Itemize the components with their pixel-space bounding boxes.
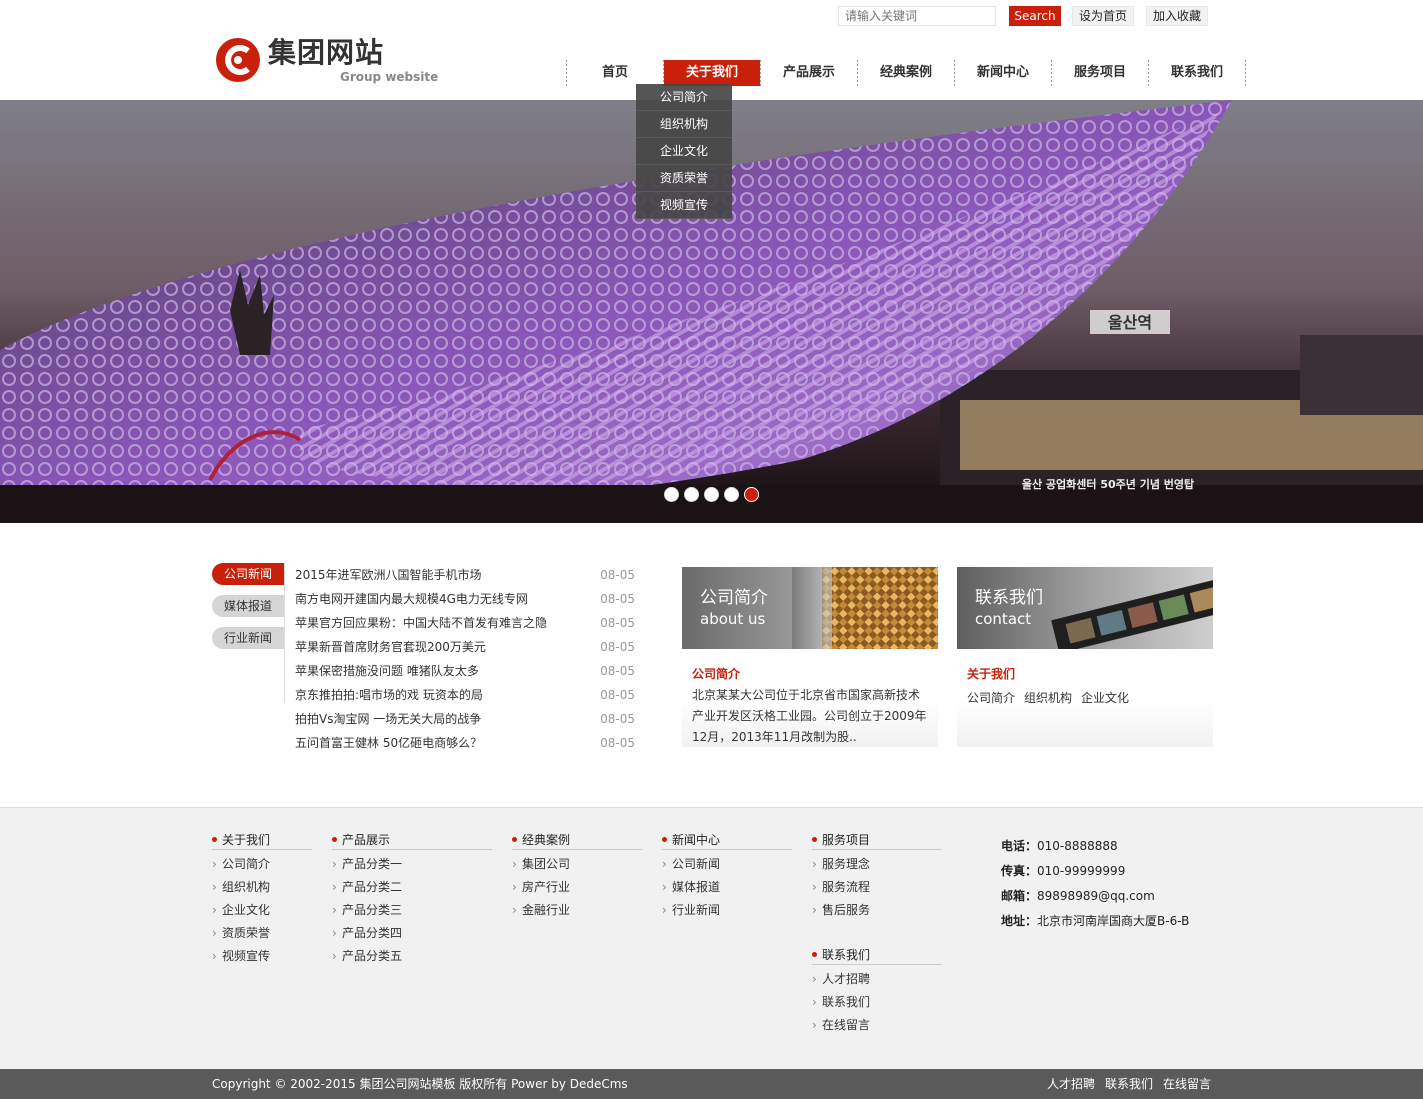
news-item[interactable]: 2015年进军欧洲八国智能手机市场 08-05 xyxy=(295,563,635,587)
search-button[interactable]: Search xyxy=(1009,6,1061,26)
footer-link[interactable]: 产品分类五 xyxy=(332,945,402,968)
dropdown-item[interactable]: 企业文化 xyxy=(636,138,732,165)
logo-title: 集团网站 xyxy=(268,36,385,69)
footer-link[interactable]: 视频宣传 xyxy=(212,945,270,968)
footer-link[interactable]: 售后服务 xyxy=(812,899,870,922)
about-box-title: 公司简介 xyxy=(700,588,768,608)
news-item[interactable]: 苹果官方回应果粉：中国大陆不首发有难言之隐 08-05 xyxy=(295,611,635,635)
about-box-header[interactable]: 公司简介 about us xyxy=(682,567,938,649)
footer-email: 邮箱：89898989@qq.com xyxy=(1001,889,1155,903)
nav-cases[interactable]: 经典案例 xyxy=(858,60,954,86)
nav-products[interactable]: 产品展示 xyxy=(761,60,857,86)
footer-link[interactable]: 金融行业 xyxy=(512,899,570,922)
footer-link[interactable]: 在线留言 xyxy=(812,1014,870,1037)
news-item[interactable]: 京东推拍拍:唱市场的戏 玩资本的局 08-05 xyxy=(295,683,635,707)
slide-dot-2[interactable] xyxy=(684,487,699,502)
footer-link[interactable]: 产品分类四 xyxy=(332,922,402,945)
bottom-link-contact[interactable]: 联系我们 xyxy=(1105,1069,1153,1099)
bottom-bar: Copyright © 2002-2015 集团公司网站模板 版权所有 Powe… xyxy=(0,1069,1423,1099)
footer-link[interactable]: 集团公司 xyxy=(512,853,570,876)
footer-link[interactable]: 行业新闻 xyxy=(662,899,720,922)
slide-dot-1[interactable] xyxy=(664,487,679,502)
about-box-subtitle: about us xyxy=(700,610,766,628)
contact-box: 联系我们 contact 关于我们 公司简介 组织机构 企业文化 xyxy=(957,567,1213,747)
logo-subtitle: Group website xyxy=(340,70,439,84)
footer-col-contact-title[interactable]: 联系我们 xyxy=(812,945,942,965)
main-nav: 首页 关于我们 产品展示 经典案例 新闻中心 服务项目 联系我们 xyxy=(566,60,1246,86)
contact-box-heading[interactable]: 关于我们 xyxy=(967,665,1015,682)
slide-dot-5[interactable] xyxy=(744,487,759,502)
footer-col-about-title[interactable]: 关于我们 xyxy=(212,830,312,850)
add-favorite-link[interactable]: 加入收藏 xyxy=(1146,6,1208,26)
news-item[interactable]: 苹果保密措施没问题 唯猪队友太多 08-05 xyxy=(295,659,635,683)
footer-link[interactable]: 房产行业 xyxy=(512,876,570,899)
footer-col-products-title[interactable]: 产品展示 xyxy=(332,830,492,850)
footer-col-cases-title[interactable]: 经典案例 xyxy=(512,830,642,850)
footer-link[interactable]: 资质荣誉 xyxy=(212,922,270,945)
footer-col-services-title[interactable]: 服务项目 xyxy=(812,830,942,850)
about-box-heading[interactable]: 公司简介 xyxy=(692,665,740,682)
banner-caption: 울산 공업화센터 50주년 기념 번영탑 xyxy=(1022,477,1194,491)
nav-about[interactable]: 关于我们 xyxy=(664,60,760,86)
about-box: 公司简介 about us 公司简介 北京某某大公司位于北京省市国家高新技术产业… xyxy=(682,567,938,747)
dropdown-item[interactable]: 公司简介 xyxy=(636,84,732,111)
slide-dot-3[interactable] xyxy=(704,487,719,502)
tab-industry-news[interactable]: 行业新闻 xyxy=(212,627,284,649)
news-item[interactable]: 苹果新晋首席财务官套现200万美元 08-05 xyxy=(295,635,635,659)
news-item[interactable]: 五问首富王健林 50亿砸电商够么？ 08-05 xyxy=(295,731,635,755)
copyright-text: Copyright © 2002-2015 集团公司网站模板 版权所有 Powe… xyxy=(212,1077,628,1091)
dropdown-item[interactable]: 视频宣传 xyxy=(636,192,732,219)
footer-link[interactable]: 产品分类二 xyxy=(332,876,402,899)
contact-box-header[interactable]: 联系我们 contact xyxy=(957,567,1213,649)
nav-services[interactable]: 服务项目 xyxy=(1052,60,1148,86)
footer-link[interactable]: 组织机构 xyxy=(212,876,270,899)
tab-company-news[interactable]: 公司新闻 xyxy=(212,563,284,585)
contact-box-link[interactable]: 组织机构 xyxy=(1024,689,1072,706)
logo-icon[interactable] xyxy=(214,36,264,84)
contact-box-link[interactable]: 公司简介 xyxy=(967,689,1015,706)
footer-link[interactable]: 产品分类三 xyxy=(332,899,402,922)
bottom-link-message[interactable]: 在线留言 xyxy=(1163,1069,1211,1099)
dropdown-item[interactable]: 资质荣誉 xyxy=(636,165,732,192)
footer: 关于我们 公司简介 组织机构 企业文化 资质荣誉 视频宣传 产品展示 产品分类一… xyxy=(0,807,1423,1069)
contact-box-links: 公司简介 组织机构 企业文化 xyxy=(967,689,1129,706)
contact-box-title: 联系我们 xyxy=(975,588,1043,608)
footer-phone: 电话：010-8888888 xyxy=(1001,839,1118,853)
contact-box-subtitle: contact xyxy=(975,610,1032,628)
footer-link[interactable]: 服务流程 xyxy=(812,876,870,899)
footer-col-news-title[interactable]: 新闻中心 xyxy=(662,830,792,850)
news-divider xyxy=(284,563,285,703)
contact-box-link[interactable]: 企业文化 xyxy=(1081,689,1129,706)
footer-link[interactable]: 联系我们 xyxy=(812,991,870,1014)
tab-media-reports[interactable]: 媒体报道 xyxy=(212,595,284,617)
nav-news[interactable]: 新闻中心 xyxy=(955,60,1051,86)
footer-fax: 传真：010-99999999 xyxy=(1001,864,1126,878)
news-item[interactable]: 拍拍Vs淘宝网 一场无关大局的战争 08-05 xyxy=(295,707,635,731)
footer-link[interactable]: 服务理念 xyxy=(812,853,870,876)
about-box-text: 北京某某大公司位于北京省市国家高新技术产业开发区沃格工业园。公司创立于2009年… xyxy=(692,688,927,744)
footer-link[interactable]: 企业文化 xyxy=(212,899,270,922)
footer-link[interactable]: 人才招聘 xyxy=(812,968,870,991)
footer-address: 地址：北京市河南岸国商大厦B-6-B xyxy=(1001,914,1190,928)
search-input[interactable] xyxy=(838,6,996,26)
station-sign: 울산역 xyxy=(1108,313,1152,332)
footer-link[interactable]: 媒体报道 xyxy=(662,876,720,899)
bottom-link-jobs[interactable]: 人才招聘 xyxy=(1047,1069,1095,1099)
footer-link[interactable]: 公司简介 xyxy=(212,853,270,876)
footer-link[interactable]: 公司新闻 xyxy=(662,853,720,876)
nav-contact[interactable]: 联系我们 xyxy=(1149,60,1245,86)
dropdown-item[interactable]: 组织机构 xyxy=(636,111,732,138)
about-dropdown: 公司简介 组织机构 企业文化 资质荣誉 视频宣传 xyxy=(636,84,732,219)
set-home-link[interactable]: 设为首页 xyxy=(1072,6,1134,26)
nav-home[interactable]: 首页 xyxy=(567,60,663,86)
news-item[interactable]: 南方电网开建国内最大规模4G电力无线专网 08-05 xyxy=(295,587,635,611)
footer-link[interactable]: 产品分类一 xyxy=(332,853,402,876)
slide-dot-4[interactable] xyxy=(724,487,739,502)
